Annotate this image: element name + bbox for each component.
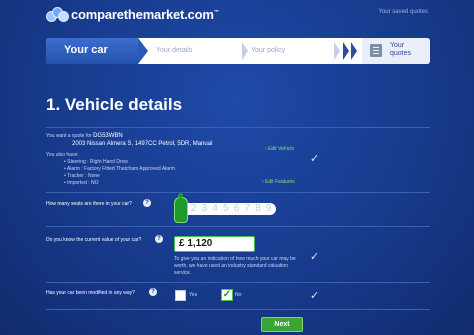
divider xyxy=(46,192,430,193)
step-label-your-car: Your car xyxy=(64,44,108,56)
divider xyxy=(46,226,430,227)
modified-no-checkbox[interactable]: ✓ xyxy=(221,289,233,301)
registration: DG53WBN xyxy=(93,133,123,139)
features-list: • Steering : Right Hand Drive • Alarm : … xyxy=(64,159,175,187)
feature-imported: • Imported : NO xyxy=(64,180,99,186)
edit-features-label: Edit Features xyxy=(265,179,295,185)
vehicle-description: 2003 Nissan Almera S, 1497CC Petrol, 5DR… xyxy=(72,141,213,147)
modified-yes-label: Yes xyxy=(189,292,198,298)
divider xyxy=(46,127,430,128)
logo-text: comparethemarket xyxy=(71,6,185,22)
seats-options: 1 2 3 4 5 6 7 8 9 xyxy=(180,203,273,214)
feature-tracker: • Tracker : None xyxy=(64,173,100,179)
edit-vehicle-label: Edit Vehicle xyxy=(268,146,295,152)
also-have-label: You also have: xyxy=(46,152,79,158)
modified-question: Has your car been modified in any way? xyxy=(46,290,135,296)
modified-yes-checkbox[interactable] xyxy=(175,290,186,301)
car-value-input[interactable]: £ 1,120 xyxy=(174,236,255,252)
page-title: 1. Vehicle details xyxy=(46,95,183,114)
site-logo[interactable]: comparethemarket.com™ xyxy=(46,6,219,22)
next-button[interactable]: Next xyxy=(261,317,303,332)
check-icon: ✓ xyxy=(310,153,320,165)
check-icon: ✓ xyxy=(310,290,320,302)
seats-question: How many seats are there in your car? xyxy=(46,201,132,207)
check-icon: ✓ xyxy=(310,251,320,263)
logo-icon xyxy=(46,6,69,22)
car-value-amount: 1,120 xyxy=(187,238,213,249)
value-hint: To give you an indication of how much yo… xyxy=(174,256,296,276)
document-icon xyxy=(370,44,382,57)
step-your-details[interactable]: Your details xyxy=(156,47,192,54)
feature-alarm: • Alarm : Factory Fitted Thatcham Approv… xyxy=(64,166,175,172)
trademark-icon: ™ xyxy=(213,9,219,16)
edit-features-link[interactable]: › Edit Features xyxy=(262,179,295,185)
seats-slider-handle[interactable] xyxy=(174,193,188,223)
feature-steering: • Steering : Right Hand Drive xyxy=(64,159,129,165)
quote-intro: You want a quote for xyxy=(46,133,92,139)
edit-vehicle-link[interactable]: › Edit Vehicle xyxy=(265,146,294,152)
help-icon[interactable]: ? xyxy=(143,199,151,207)
divider xyxy=(46,309,430,310)
chevron-right-icon xyxy=(343,42,349,60)
chevron-right-icon xyxy=(351,42,357,60)
help-icon[interactable]: ? xyxy=(155,235,163,243)
currency-symbol: £ xyxy=(179,238,185,249)
modified-no-label: No xyxy=(235,292,242,298)
step-label-your-quotes: Your quotes xyxy=(390,42,412,57)
saved-quotes-link[interactable]: Your saved quotes xyxy=(379,9,428,15)
help-icon[interactable]: ? xyxy=(149,288,157,296)
value-question: Do you know the current value of your ca… xyxy=(46,237,142,243)
chevron-right-icon xyxy=(242,42,248,60)
progress-steps: Your car Your details Your policy Your q… xyxy=(46,38,430,64)
chevron-right-icon xyxy=(334,42,340,60)
logo-suffix: .com xyxy=(184,6,214,22)
divider xyxy=(46,282,430,283)
step-your-policy[interactable]: Your policy xyxy=(251,47,285,54)
